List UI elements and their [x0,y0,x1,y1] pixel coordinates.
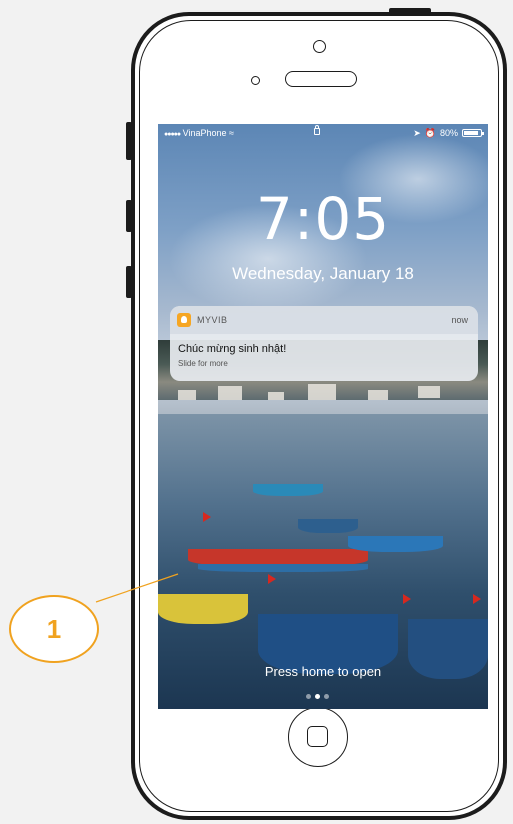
callout-marker: 1 [9,595,99,663]
callout-number: 1 [46,613,62,644]
callout-leader-line [95,573,179,603]
